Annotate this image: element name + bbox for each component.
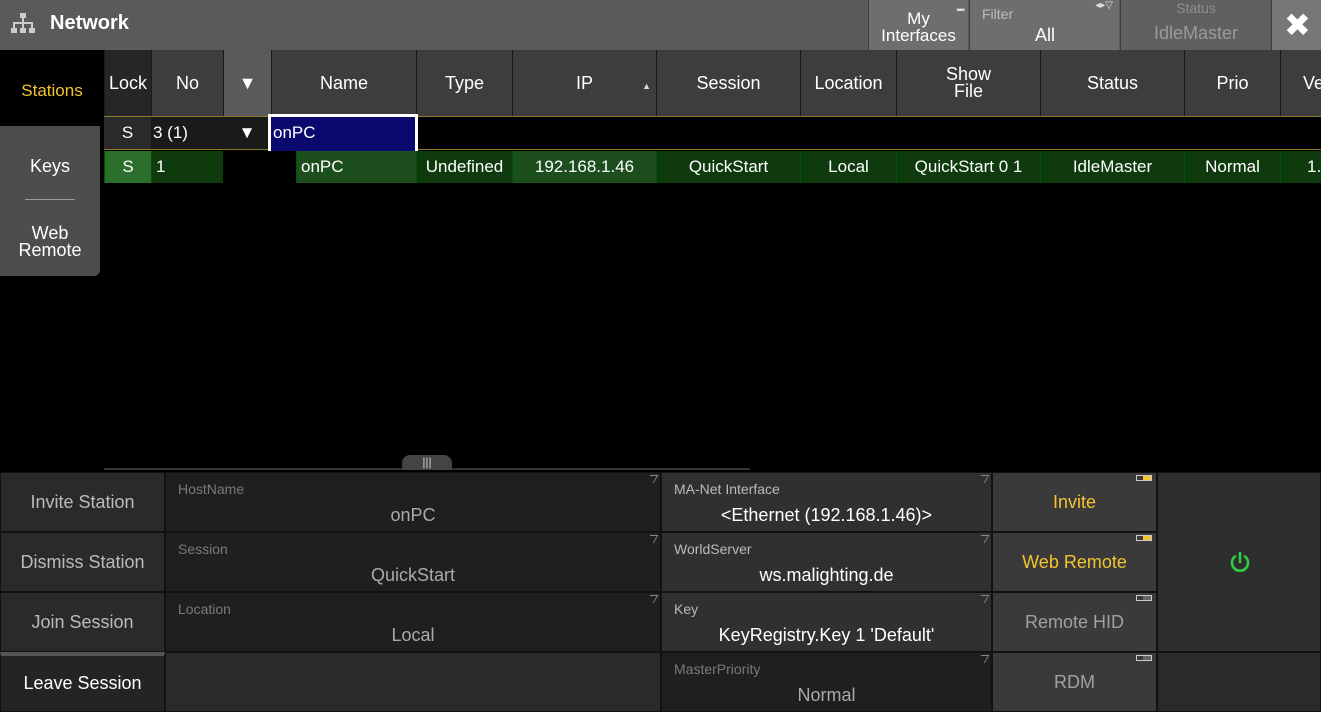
- cell-status[interactable]: IdleMaster: [1040, 151, 1184, 183]
- hostname-value: onPC: [390, 505, 436, 525]
- hostname-field[interactable]: HostName onPC: [165, 472, 661, 532]
- cell-lock[interactable]: S: [104, 151, 151, 183]
- edit-corner-icon: [976, 535, 990, 543]
- empty-cell: [165, 652, 661, 712]
- filter-label: Filter: [982, 6, 1014, 22]
- location-field[interactable]: Location Local: [165, 592, 661, 652]
- location-value: Local: [391, 625, 435, 645]
- edit-corner-icon: [645, 595, 659, 603]
- world-server-label: WorldServer: [674, 541, 752, 557]
- close-icon: ✖: [1284, 7, 1311, 43]
- cell-show-file[interactable]: QuickStart 0 1: [896, 151, 1040, 183]
- key-label: Key: [674, 601, 699, 617]
- remote-hid-toggle-label: Remote HID: [1024, 611, 1125, 632]
- web-remote-toggle[interactable]: Web Remote: [992, 532, 1157, 592]
- column-header-type[interactable]: Type: [416, 50, 512, 116]
- column-header-ip[interactable]: IP ▲: [512, 50, 656, 116]
- cell-location[interactable]: Local: [800, 151, 896, 183]
- status-value: IdleMaster: [1153, 23, 1239, 43]
- toggle-indicator-icon: [1136, 595, 1152, 601]
- column-header-filter-arrow[interactable]: ▼: [223, 50, 271, 116]
- column-header-no[interactable]: No: [151, 50, 223, 116]
- column-header-name[interactable]: Name: [271, 50, 416, 116]
- close-button[interactable]: ✖: [1271, 0, 1321, 50]
- invite-toggle-label: Invite: [1052, 491, 1097, 512]
- master-priority-value: Normal: [797, 685, 856, 705]
- column-header-session[interactable]: Session: [656, 50, 800, 116]
- sort-ascending-icon: ▲: [642, 81, 651, 91]
- filter-lock[interactable]: S: [104, 117, 151, 149]
- ma-net-interface-label: MA-Net Interface: [674, 481, 780, 497]
- ma-net-interface-field[interactable]: MA-Net Interface <Ethernet (192.168.1.46…: [661, 472, 992, 532]
- rdm-toggle[interactable]: RDM: [992, 652, 1157, 712]
- column-header-prio[interactable]: Prio: [1184, 50, 1280, 116]
- my-interfaces-label: My Interfaces: [881, 9, 956, 45]
- session-field[interactable]: Session QuickStart: [165, 532, 661, 592]
- tab-web-remote-label: Web Remote: [18, 223, 82, 260]
- edit-corner-icon: [645, 475, 659, 483]
- resize-handle[interactable]: |||: [402, 455, 452, 470]
- filter-no[interactable]: 3 (1): [151, 117, 223, 149]
- cell-ip[interactable]: 192.168.1.46: [512, 151, 656, 183]
- column-header-location[interactable]: Location: [800, 50, 896, 116]
- world-server-value: ws.malighting.de: [759, 565, 894, 585]
- toggle-indicator-icon: [1136, 535, 1152, 541]
- edit-corner-icon: [976, 475, 990, 483]
- status-label: Status: [1176, 0, 1216, 16]
- key-value: KeyRegistry.Key 1 'Default': [718, 625, 935, 645]
- filter-arrows-icon: ◂▸▽: [1095, 0, 1113, 11]
- key-field[interactable]: Key KeyRegistry.Key 1 'Default': [661, 592, 992, 652]
- column-header-lock[interactable]: Lock: [104, 50, 151, 116]
- session-value: QuickStart: [370, 565, 456, 585]
- cell-no[interactable]: 1: [151, 151, 223, 183]
- hostname-label: HostName: [178, 481, 245, 497]
- master-priority-field[interactable]: MasterPriority Normal: [661, 652, 992, 712]
- tab-stations[interactable]: Stations: [0, 50, 104, 126]
- world-server-field[interactable]: WorldServer ws.malighting.de: [661, 532, 992, 592]
- column-header-status[interactable]: Status: [1040, 50, 1184, 116]
- rdm-toggle-label: RDM: [1054, 671, 1095, 692]
- invite-toggle[interactable]: Invite: [992, 472, 1157, 532]
- dismiss-station-button[interactable]: Dismiss Station: [0, 532, 165, 592]
- edit-corner-icon: [976, 595, 990, 603]
- empty-cell: [1157, 652, 1321, 712]
- web-remote-toggle-label: Web Remote: [1022, 551, 1127, 572]
- column-header-show-file[interactable]: Show File: [896, 50, 1040, 116]
- edit-corner-icon: [976, 655, 990, 663]
- toggle-indicator-icon: [1136, 475, 1152, 481]
- edit-corner-icon: [645, 535, 659, 543]
- invite-station-button[interactable]: Invite Station: [0, 472, 165, 532]
- more-icon: ▪▪▪: [956, 5, 965, 16]
- tab-web-remote[interactable]: Web Remote: [0, 200, 100, 276]
- filter-arrow-icon[interactable]: ▼: [223, 117, 271, 149]
- tab-keys[interactable]: Keys: [0, 126, 100, 200]
- column-header-version[interactable]: Ve: [1280, 50, 1321, 116]
- filter-button[interactable]: Filter ◂▸▽ All: [969, 0, 1119, 50]
- power-button[interactable]: [1157, 472, 1321, 652]
- network-icon: [11, 13, 35, 33]
- window-title: Network: [50, 12, 129, 34]
- remote-hid-toggle[interactable]: Remote HID: [992, 592, 1157, 652]
- my-interfaces-button[interactable]: ▪▪▪ My Interfaces: [868, 0, 968, 50]
- power-icon: [1230, 551, 1250, 572]
- status-display: Status IdleMaster: [1120, 0, 1270, 50]
- cell-type[interactable]: Undefined: [416, 151, 512, 183]
- column-header-ip-label: IP: [575, 72, 593, 93]
- filter-value: All: [1034, 25, 1055, 45]
- master-priority-label: MasterPriority: [674, 661, 761, 677]
- cell-version[interactable]: 1.: [1280, 151, 1321, 183]
- location-label: Location: [178, 601, 231, 617]
- cell-name[interactable]: onPC: [296, 151, 416, 183]
- leave-session-button[interactable]: Leave Session: [0, 652, 165, 712]
- name-filter-input[interactable]: onPC: [268, 114, 418, 154]
- join-session-button[interactable]: Join Session: [0, 592, 165, 652]
- cell-prio[interactable]: Normal: [1184, 151, 1280, 183]
- session-label: Session: [178, 541, 228, 557]
- toggle-indicator-icon: [1136, 655, 1152, 661]
- cell-session[interactable]: QuickStart: [656, 151, 800, 183]
- ma-net-interface-value: <Ethernet (192.168.1.46)>: [720, 505, 933, 525]
